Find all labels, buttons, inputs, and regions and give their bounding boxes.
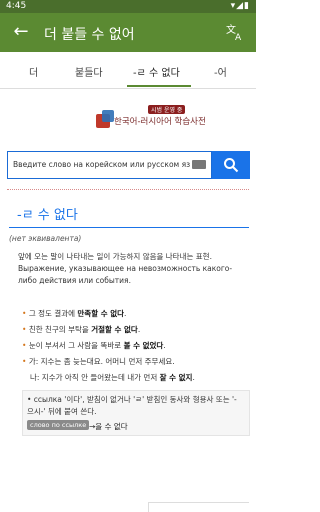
usage-note: • ссылка '이다', 받침이 없거나 'ㄹ' 받침인 동사와 형용사 또… [22,390,250,436]
example-row: 나: 지수가 아직 안 들어왔는데 내가 먼저 잘 수 없지. [30,373,195,382]
dictionary-logo: 시범 운영 중 한국어-러시아어 학습사전 [96,105,256,135]
status-time: 4:45 [6,1,27,11]
app-bar: ← 더 붙들 수 없어 文 A [0,13,256,52]
usage-note-text: • ссылка '이다', 받침이 없거나 'ㄹ' 받침인 동사와 형용사 또… [27,395,237,416]
search-input[interactable]: Введите слово на корейском или русском я… [7,151,212,179]
tab-1[interactable]: 붙들다 [75,64,103,79]
entry-content[interactable]: 시범 운영 중 한국어-러시아어 학습사전 Введите слово на к… [0,89,256,512]
reference-link[interactable]: →을 수 없다 [89,421,128,432]
logo-tag: 시범 운영 중 [148,105,186,114]
tab-bar: 더 붙들다 -ㄹ 수 없다 -어 [0,52,256,89]
search-placeholder: Введите слово на корейском или русском я… [13,160,191,169]
search-button[interactable] [212,151,250,179]
status-indicators: ▾◢▮ [230,1,250,11]
headword: -ㄹ 수 없다 [17,208,78,223]
logo-mark-icon-2 [102,110,114,122]
divider [7,189,249,190]
tab-indicator [127,85,191,87]
example-row: • 눈이 부셔서 그 사람을 똑바로 볼 수 없었다. [22,341,166,350]
example-row: • 가: 지수는 좀 늦는대요. 어머니 먼저 주무세요. [22,357,175,366]
example-row: • 그 정도 결과에 만족할 수 없다. [22,309,127,318]
example-row: • 친한 친구의 부탁을 거절할 수 없다. [22,325,141,334]
status-bar: 4:45 ▾◢▮ [0,0,256,13]
definition: 앞에 오는 말이 나타내는 일이 가능하지 않음을 나타내는 표현. Выраж… [18,251,250,287]
arrow-back-icon[interactable]: ← [10,21,32,43]
keyboard-icon[interactable] [192,160,206,169]
search-icon [224,158,239,173]
tab-2[interactable]: -ㄹ 수 없다 [133,64,180,79]
no-equivalent: (нет эквивалента) [9,234,82,243]
logo-name: 한국어-러시아어 학습사전 [114,117,206,127]
translate-icon[interactable]: 文 A [224,21,246,43]
search-bar: Введите слово на корейском или русском я… [7,151,250,179]
definition-ko: 앞에 오는 말이 나타내는 일이 가능하지 않음을 나타내는 표현. [18,252,212,261]
reference-chip: слово по ссылке [27,420,90,430]
content-box-edge [148,502,249,512]
tab-3[interactable]: -어 [214,64,227,79]
headword-underline [9,227,249,228]
definition-ru: Выражение, указывающее на невозможность … [18,264,233,285]
svg-text:A: A [235,33,242,43]
page-title: 더 붙들 수 없어 [44,27,135,43]
tab-0[interactable]: 더 [29,64,38,79]
